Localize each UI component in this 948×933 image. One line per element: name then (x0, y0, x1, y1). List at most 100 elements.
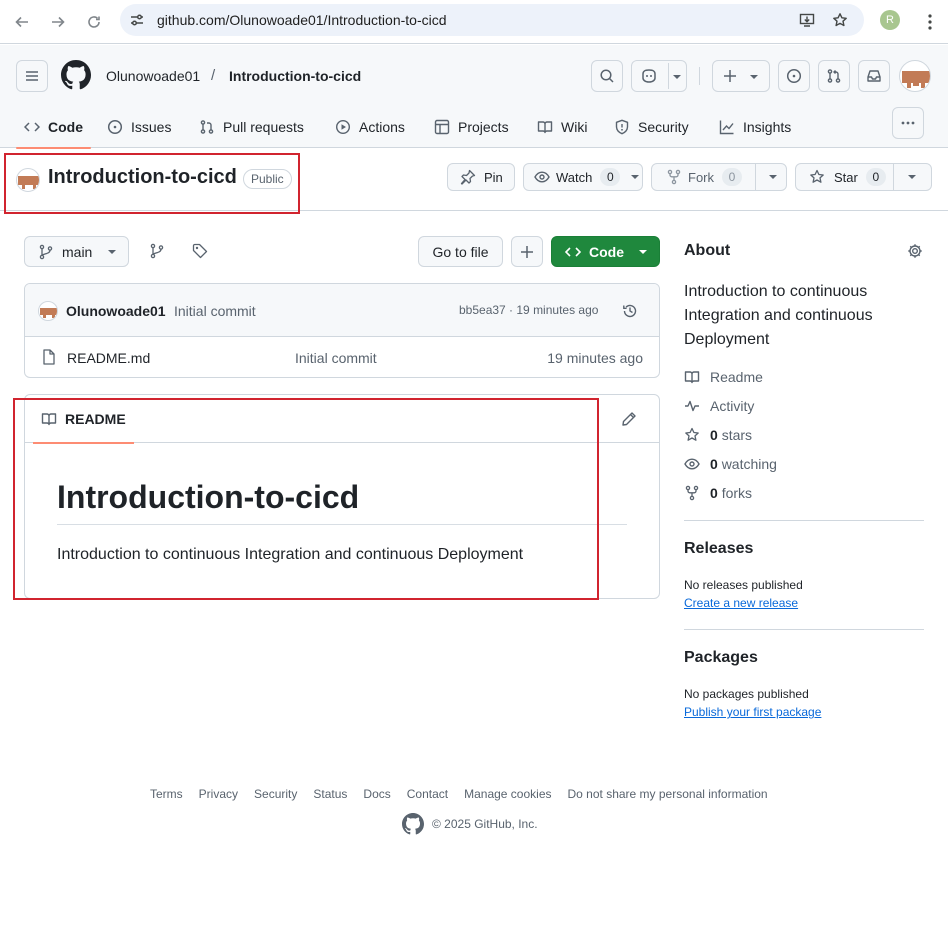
commit-author[interactable]: Olunowoade01 (66, 303, 166, 319)
history-icon[interactable] (621, 302, 639, 320)
tab-label: Projects (458, 118, 509, 135)
issues-button[interactable] (778, 60, 810, 92)
fork-label: Fork (688, 169, 714, 185)
highlight-box-readme (13, 398, 599, 600)
about-activity-link[interactable]: Activity (684, 398, 754, 414)
commit-message[interactable]: Initial commit (174, 303, 256, 319)
watch-button[interactable]: Watch 0 (523, 163, 643, 191)
reload-icon[interactable] (83, 11, 105, 33)
user-avatar[interactable] (899, 60, 931, 92)
go-to-file-button[interactable]: Go to file (418, 236, 503, 267)
tag-icon[interactable] (191, 242, 209, 260)
releases-heading[interactable]: Releases (684, 540, 753, 558)
forward-icon[interactable] (47, 11, 69, 33)
eye-icon (684, 458, 700, 470)
plus-icon (724, 70, 736, 82)
create-release-link[interactable]: Create a new release (684, 596, 798, 610)
stars-count: 0 (710, 427, 718, 443)
forks-label: forks (721, 485, 753, 501)
tab-pull-requests[interactable]: Pull requests (199, 105, 304, 148)
releases-empty-text: No releases published (684, 578, 803, 592)
file-commit-message[interactable]: Initial commit (295, 350, 377, 366)
chevron-down-icon[interactable] (768, 173, 778, 181)
back-icon[interactable] (11, 11, 33, 33)
packages-heading[interactable]: Packages (684, 649, 758, 667)
code-dropdown-button[interactable]: Code (551, 236, 660, 267)
create-new-button[interactable] (712, 60, 770, 92)
star-button[interactable]: Star 0 (795, 163, 932, 191)
search-button[interactable] (591, 60, 623, 92)
inbox-icon (867, 70, 881, 82)
code-icon (24, 121, 40, 132)
site-settings-icon[interactable] (129, 12, 145, 28)
fork-icon (667, 169, 681, 185)
play-icon (335, 119, 351, 134)
tab-code[interactable]: Code (16, 105, 91, 149)
repo-nav: Code Issues Pull requests Actions Projec… (0, 105, 948, 149)
github-logo-icon[interactable] (402, 813, 424, 835)
install-app-icon[interactable] (799, 12, 815, 28)
github-logo-icon[interactable] (61, 60, 91, 90)
footer-link-manage-cookies[interactable]: Manage cookies (464, 787, 551, 801)
footer-link-docs[interactable]: Docs (363, 787, 390, 801)
commit-meta[interactable]: bb5ea37 · 19 minutes ago (459, 303, 598, 317)
footer-link-privacy[interactable]: Privacy (199, 787, 238, 801)
pencil-icon[interactable] (620, 410, 638, 428)
pull-requests-button[interactable] (818, 60, 850, 92)
address-bar[interactable]: github.com/Olunowoade01/Introduction-to-… (120, 4, 864, 36)
about-readme-label: Readme (710, 369, 763, 385)
about-activity-label: Activity (710, 398, 755, 414)
footer-links: Terms Privacy Security Status Docs Conta… (150, 787, 768, 801)
publish-package-link[interactable]: Publish your first package (684, 705, 821, 719)
about-forks-link[interactable]: 0 forks (684, 485, 752, 501)
fork-icon (685, 485, 699, 501)
tab-label: Security (638, 118, 689, 135)
about-stars-link[interactable]: 0 stars (684, 427, 752, 443)
about-readme-link[interactable]: Readme (684, 369, 763, 385)
add-file-button[interactable] (511, 236, 543, 267)
browser-profile-avatar[interactable]: R (880, 10, 900, 30)
about-watching-link[interactable]: 0 watching (684, 456, 777, 472)
pulse-icon (685, 400, 699, 412)
tab-security[interactable]: Security (614, 105, 689, 148)
fork-button[interactable]: Fork 0 (651, 163, 787, 191)
url-text[interactable]: github.com/Olunowoade01/Introduction-to-… (157, 12, 447, 28)
branch-name: main (62, 243, 93, 260)
hamburger-menu-button[interactable] (16, 60, 48, 92)
chevron-down-icon[interactable] (907, 173, 917, 181)
tab-label: Issues (131, 118, 172, 135)
footer-link-contact[interactable]: Contact (407, 787, 448, 801)
tab-insights[interactable]: Insights (719, 105, 791, 148)
issue-icon (107, 119, 123, 134)
tab-wiki[interactable]: Wiki (537, 105, 587, 148)
pin-button[interactable]: Pin (447, 163, 515, 191)
branches-icon[interactable] (148, 242, 166, 260)
bookmark-star-icon[interactable] (832, 12, 848, 28)
file-row[interactable]: README.md Initial commit 19 minutes ago (25, 337, 659, 377)
tab-actions[interactable]: Actions (335, 105, 405, 148)
browser-menu-icon[interactable] (922, 12, 938, 32)
footer-link-security[interactable]: Security (254, 787, 297, 801)
footer-link-terms[interactable]: Terms (150, 787, 183, 801)
tab-label: Wiki (561, 118, 588, 135)
tab-issues[interactable]: Issues (107, 105, 171, 148)
breadcrumb-owner[interactable]: Olunowoade01 (106, 68, 200, 84)
sidebar-divider (684, 520, 924, 521)
code-button-label: Code (589, 243, 624, 260)
breadcrumb-repo[interactable]: Introduction-to-cicd (229, 68, 361, 84)
copilot-button[interactable] (631, 60, 687, 92)
inbox-button[interactable] (858, 60, 890, 92)
branch-selector[interactable]: main (24, 236, 129, 267)
footer-link-status[interactable]: Status (313, 787, 347, 801)
commit-author-avatar[interactable] (38, 301, 58, 321)
about-heading: About (684, 242, 731, 259)
sidebar-divider (684, 629, 924, 630)
gear-icon[interactable] (906, 242, 924, 260)
tab-projects[interactable]: Projects (434, 105, 509, 148)
file-name[interactable]: README.md (67, 350, 150, 366)
star-icon (810, 169, 824, 183)
footer-link-do-not-share[interactable]: Do not share my personal information (568, 787, 768, 801)
watching-label: watching (721, 456, 777, 472)
packages-empty-text: No packages published (684, 687, 809, 701)
more-tabs-button[interactable] (892, 107, 924, 139)
